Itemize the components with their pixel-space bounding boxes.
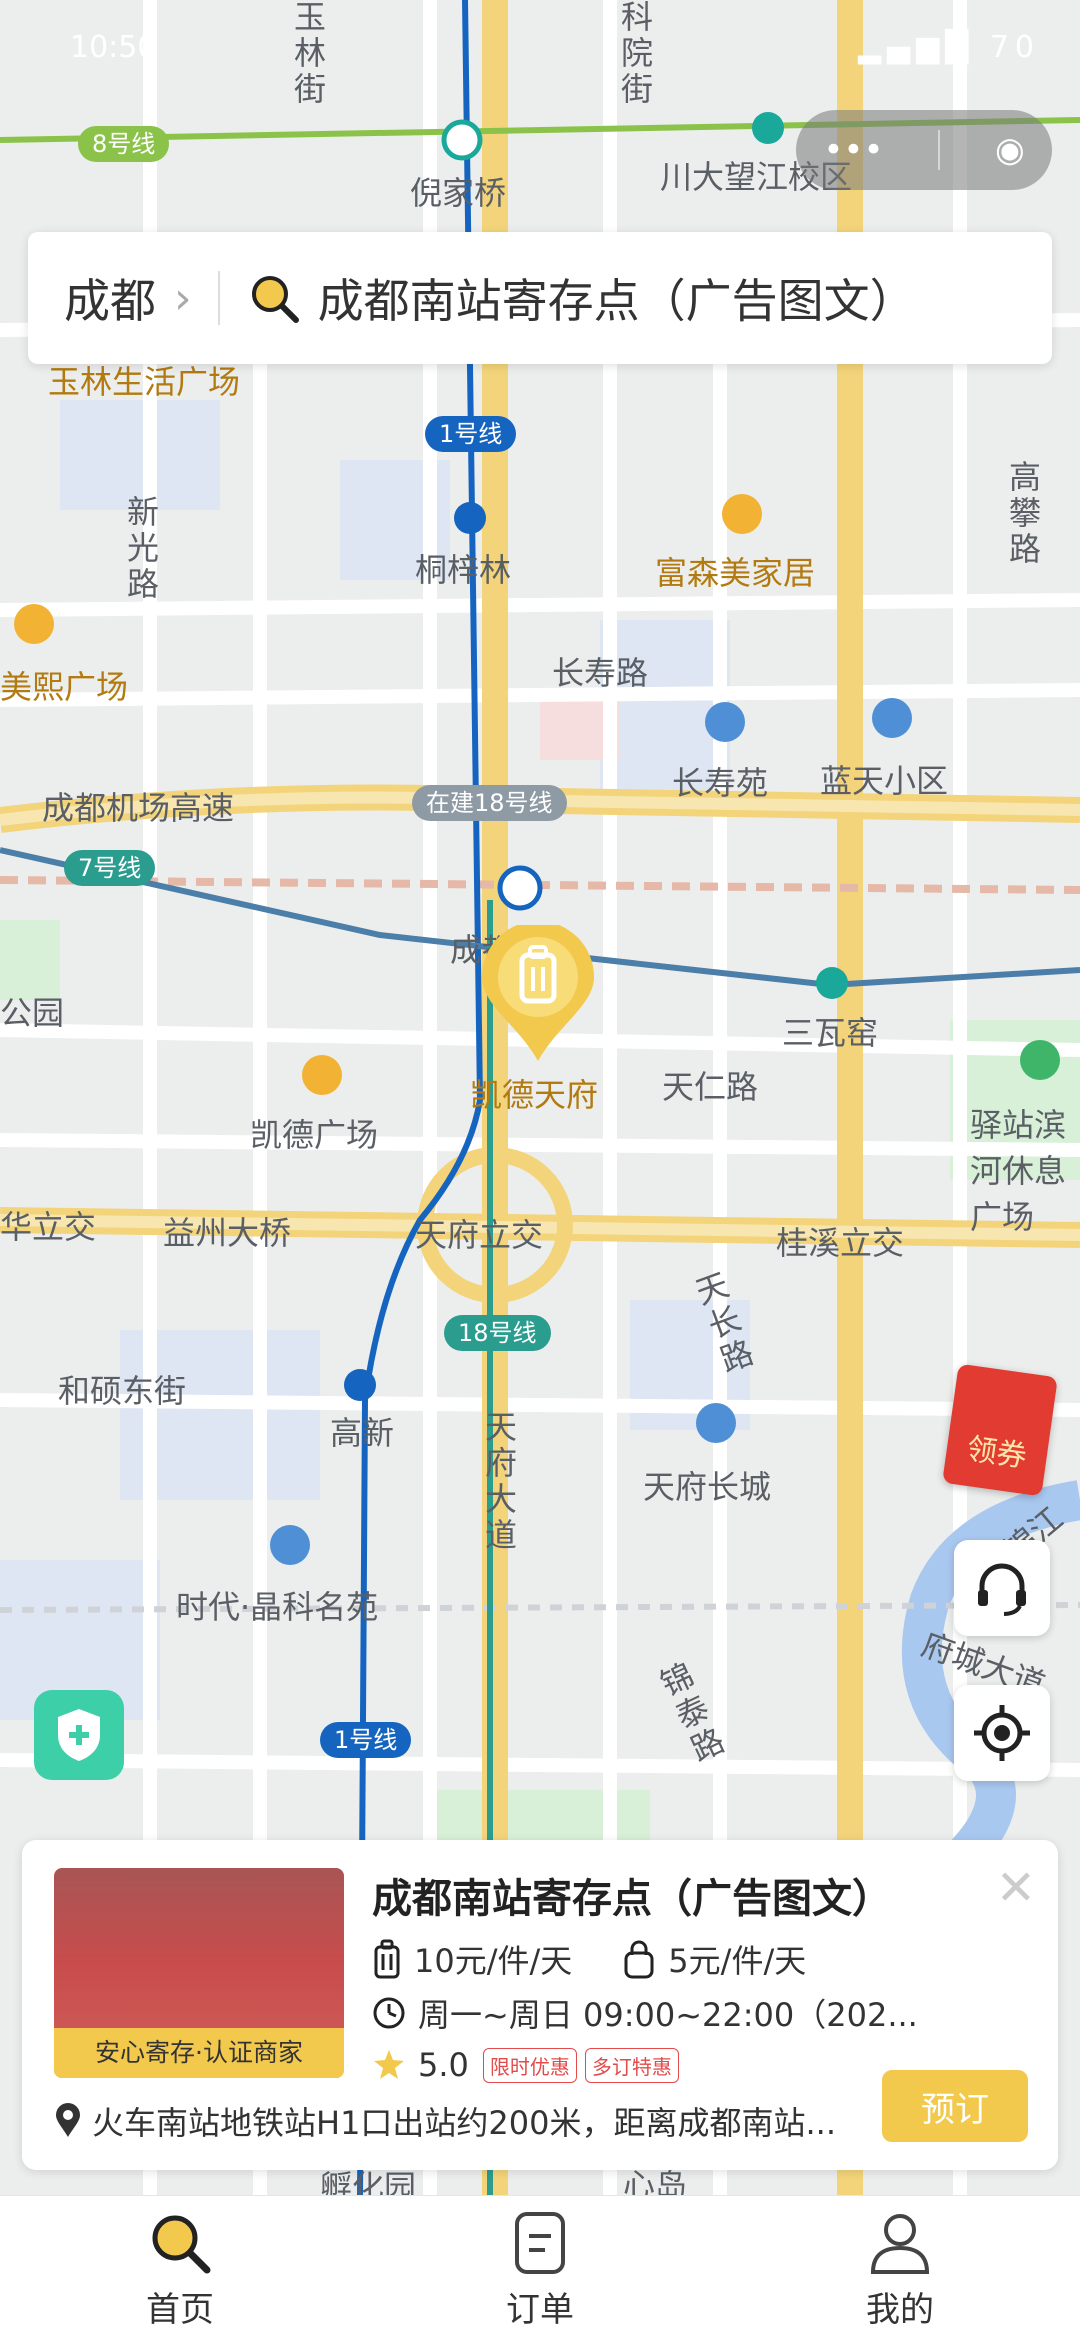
- store-title: 成都南站寄存点（广告图文）: [372, 1876, 892, 1922]
- book-button[interactable]: 预订: [882, 2070, 1028, 2142]
- order-icon: [515, 2212, 565, 2274]
- map-label: 时代·晶科名苑: [176, 1588, 379, 1626]
- map-label: 高攀路: [1004, 460, 1042, 568]
- tab-orders[interactable]: 订单: [450, 2208, 630, 2331]
- store-address: 火车南站地铁站H1口出站约200米，距离成都南站...: [92, 2104, 837, 2142]
- coupon-button[interactable]: 领券: [942, 1363, 1058, 1497]
- store-thumbnail[interactable]: 安心寄存·认证商家: [54, 1868, 344, 2078]
- map-label: 蓝天小区: [820, 762, 949, 800]
- tab-home-label: 首页: [146, 2290, 214, 2330]
- map-label: 公园: [0, 994, 65, 1032]
- search-divider: [217, 271, 220, 325]
- locate-icon: [974, 1705, 1030, 1761]
- map-label: 益州大桥: [163, 1214, 292, 1252]
- map-label: 驿站滨河休息广场: [970, 1106, 1067, 1236]
- map-label: 凯德天府: [470, 1076, 599, 1114]
- location-pin[interactable]: [478, 925, 598, 1065]
- metro-badge: 在建18号线: [412, 785, 567, 821]
- map-label: 凯德广场: [250, 1116, 379, 1154]
- map-label: 天仁路: [662, 1068, 759, 1106]
- safety-shield-button[interactable]: [34, 1690, 124, 1780]
- map-label: 天府立交: [415, 1216, 544, 1254]
- suitcase-icon: [374, 1939, 400, 1979]
- signal-icon: ▂▄▆█: [857, 30, 975, 65]
- bag-icon: [624, 1940, 654, 1979]
- close-miniprogram-icon[interactable]: ◉: [995, 130, 1025, 170]
- tab-profile-label: 我的: [866, 2290, 934, 2330]
- search-bar[interactable]: 成都 › 成都南站寄存点（广告图文）: [28, 232, 1052, 364]
- bottom-tab-bar: 首页 订单 我的: [0, 2195, 1080, 2341]
- capsule-divider: [938, 130, 941, 170]
- metro-badge: 7号线: [64, 850, 156, 886]
- map-label: 桂溪立交: [776, 1224, 905, 1262]
- search-input[interactable]: 成都南站寄存点（广告图文）: [318, 265, 916, 331]
- certified-badge: 安心寄存·认证商家: [54, 2028, 344, 2078]
- store-card[interactable]: 安心寄存·认证商家 成都南站寄存点（广告图文） ✕ 10元/件/天 5元/件/天…: [22, 1840, 1058, 2170]
- location-pin-icon: [56, 2103, 80, 2137]
- map-label: 和硕东街: [58, 1372, 187, 1410]
- metro-badge: 18号线: [444, 1315, 551, 1351]
- chevron-right-icon: ›: [174, 272, 192, 324]
- metro-badge: 1号线: [425, 416, 517, 452]
- station-label: 高新: [330, 1414, 395, 1452]
- headset-icon: [978, 1563, 1026, 1616]
- station-label: 三瓦窑: [782, 1014, 879, 1052]
- rating-value: 5.0: [418, 2046, 469, 2084]
- promo-tag: 多订特惠: [584, 2047, 679, 2083]
- status-icons: ▂▄▆█ 70: [858, 30, 1040, 65]
- coupon-label: 领券: [964, 1431, 1029, 1475]
- close-icon[interactable]: ✕: [996, 1860, 1036, 1916]
- price-small: 5元/件/天: [668, 1942, 807, 1980]
- metro-badge: 1号线: [320, 1722, 412, 1758]
- locate-me-button[interactable]: [954, 1685, 1050, 1781]
- map-label: 华立交: [0, 1208, 97, 1246]
- star-icon: [374, 2050, 404, 2079]
- promo-tag: 限时优惠: [482, 2047, 577, 2083]
- address-row: 火车南站地铁站H1口出站约200米，距离成都南站...: [54, 2098, 836, 2144]
- map-label: 长寿苑: [672, 764, 769, 802]
- miniprogram-capsule: ••• ◉: [796, 110, 1052, 190]
- clock-icon: [373, 1997, 405, 2029]
- map-label: 天府长城: [643, 1468, 772, 1506]
- customer-service-button[interactable]: [954, 1540, 1050, 1636]
- map-label: 天府大道: [480, 1410, 518, 1554]
- tab-profile[interactable]: 我的: [810, 2208, 990, 2331]
- business-hours: 周一~周日 09:00~22:00（202...: [418, 1996, 918, 2034]
- station-label: 倪家桥: [410, 174, 507, 212]
- status-time: 10:50: [70, 30, 157, 65]
- shield-plus-icon: [58, 1709, 100, 1761]
- status-bar: 10:50 ▂▄▆█ 70: [0, 0, 1080, 100]
- map-label: 长寿路: [552, 654, 649, 692]
- hours-row: 周一~周日 09:00~22:00（202...: [372, 1990, 918, 2036]
- search-icon: [152, 2215, 211, 2274]
- station-label: 桐梓林: [415, 551, 512, 589]
- map-label: 新光路: [122, 495, 160, 603]
- map-label: 美熙广场: [0, 668, 129, 706]
- map-label: 富森美家居: [655, 554, 816, 592]
- search-icon: [251, 276, 299, 323]
- tab-orders-label: 订单: [506, 2290, 574, 2330]
- luggage-pin-icon: [482, 925, 594, 1061]
- user-icon: [870, 2214, 930, 2274]
- metro-badge: 8号线: [78, 126, 170, 162]
- battery-icon: 70: [989, 30, 1040, 65]
- city-selector[interactable]: 成都: [64, 265, 156, 331]
- rating-row: 5.0 限时优惠 多订特惠: [372, 2046, 679, 2084]
- price-row: 10元/件/天 5元/件/天: [372, 1936, 806, 1982]
- tab-home[interactable]: 首页: [90, 2208, 270, 2331]
- map-label: 成都机场高速: [42, 789, 235, 827]
- price-large: 10元/件/天: [414, 1942, 573, 1980]
- more-icon[interactable]: •••: [823, 130, 883, 170]
